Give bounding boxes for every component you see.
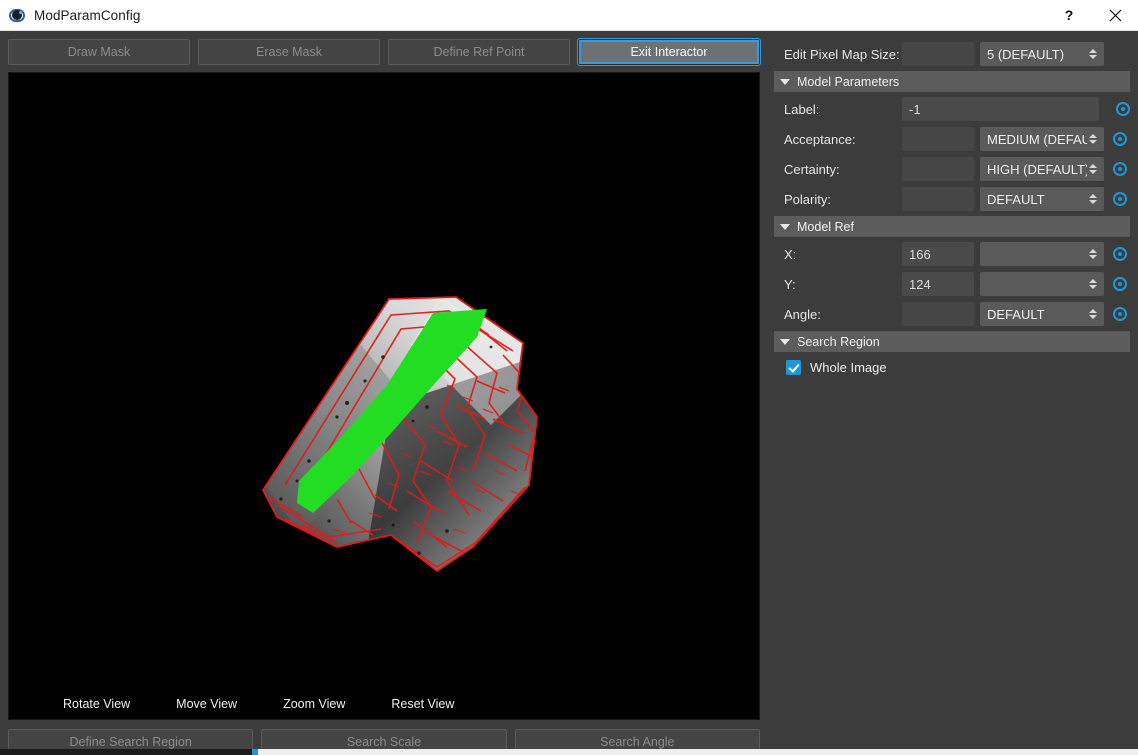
acceptance-label: Acceptance: bbox=[784, 131, 856, 147]
pixel-map-size-row: Edit Pixel Map Size: 5 (DEFAULT) bbox=[774, 39, 1130, 69]
section-search-region[interactable]: Search Region bbox=[774, 331, 1130, 352]
chevron-down-icon bbox=[780, 223, 790, 230]
polarity-row: Polarity: DEFAULT bbox=[774, 184, 1130, 214]
top-toolbar: Draw Mask Erase Mask Define Ref Point Ex… bbox=[8, 39, 760, 65]
section-model-ref-title: Model Ref bbox=[797, 219, 854, 234]
section-model-ref[interactable]: Model Ref bbox=[774, 216, 1130, 237]
model-ref-y-input[interactable]: 124 bbox=[902, 272, 974, 296]
window-body: Draw Mask Erase Mask Define Ref Point Ex… bbox=[0, 31, 1138, 755]
model-ref-angle-input[interactable] bbox=[902, 302, 974, 326]
label-input[interactable]: -1 bbox=[902, 97, 1099, 121]
pixel-map-size-combo[interactable]: 5 (DEFAULT) bbox=[980, 42, 1104, 66]
model-ref-angle-combo[interactable]: DEFAULT bbox=[980, 302, 1104, 326]
model-ref-x-reset-radio[interactable] bbox=[1113, 247, 1127, 261]
title-bar: ModParamConfig ? bbox=[0, 0, 1138, 31]
scrollbar-thumb[interactable] bbox=[252, 749, 258, 755]
reset-view-control[interactable]: Reset View bbox=[391, 697, 454, 711]
acceptance-combo-value: MEDIUM (DEFAULT) bbox=[987, 131, 1087, 147]
section-search-region-title: Search Region bbox=[797, 334, 880, 349]
spinner-arrows-icon[interactable] bbox=[1087, 245, 1098, 263]
certainty-combo-value: HIGH (DEFAULT) bbox=[987, 161, 1087, 177]
polarity-reset-radio[interactable] bbox=[1113, 192, 1127, 206]
model-ref-x-label: X: bbox=[784, 246, 797, 262]
model-ref-x-input[interactable]: 166 bbox=[902, 242, 974, 266]
whole-image-label: Whole Image bbox=[810, 359, 887, 375]
object-render bbox=[261, 296, 538, 573]
pixel-map-size-combo-value: 5 (DEFAULT) bbox=[987, 46, 1065, 62]
erase-mask-button[interactable]: Erase Mask bbox=[198, 39, 380, 65]
eye-icon bbox=[9, 7, 25, 23]
pixel-map-size-input[interactable] bbox=[902, 42, 974, 66]
label-reset-radio[interactable] bbox=[1116, 102, 1130, 116]
move-view-control[interactable]: Move View bbox=[176, 697, 237, 711]
section-model-parameters-title: Model Parameters bbox=[797, 74, 900, 89]
label-row: Label: -1 bbox=[774, 94, 1130, 124]
polarity-combo-value: DEFAULT bbox=[987, 191, 1045, 207]
certainty-row: Certainty: HIGH (DEFAULT) bbox=[774, 154, 1130, 184]
certainty-combo[interactable]: HIGH (DEFAULT) bbox=[980, 157, 1104, 181]
image-canvas[interactable]: Rotate View Move View Zoom View Reset Vi… bbox=[8, 72, 760, 720]
model-ref-angle-label: Angle: bbox=[784, 306, 821, 322]
left-column: Draw Mask Erase Mask Define Ref Point Ex… bbox=[0, 31, 768, 755]
acceptance-reset-radio[interactable] bbox=[1113, 132, 1127, 146]
label-field-label: Label: bbox=[784, 101, 820, 117]
rotate-view-control[interactable]: Rotate View bbox=[63, 697, 130, 711]
spinner-arrows-icon[interactable] bbox=[1087, 45, 1098, 63]
model-ref-y-combo[interactable] bbox=[980, 272, 1104, 296]
certainty-input[interactable] bbox=[902, 157, 974, 181]
section-model-parameters[interactable]: Model Parameters bbox=[774, 71, 1130, 92]
model-ref-x-combo[interactable] bbox=[980, 242, 1104, 266]
bottom-scrollbar[interactable] bbox=[0, 749, 1138, 755]
window-title: ModParamConfig bbox=[34, 7, 141, 23]
acceptance-combo[interactable]: MEDIUM (DEFAULT) bbox=[980, 127, 1104, 151]
mod-param-config-window: ModParamConfig ? Draw Mask Erase Mask De… bbox=[0, 0, 1138, 755]
acceptance-row: Acceptance: MEDIUM (DEFAULT) bbox=[774, 124, 1130, 154]
polarity-combo[interactable]: DEFAULT bbox=[980, 187, 1104, 211]
spinner-arrows-icon[interactable] bbox=[1087, 305, 1098, 323]
define-ref-point-button[interactable]: Define Ref Point bbox=[388, 39, 570, 65]
close-icon bbox=[1109, 9, 1121, 21]
chevron-down-icon bbox=[780, 78, 790, 85]
whole-image-checkbox[interactable] bbox=[786, 359, 801, 375]
exit-interactor-button[interactable]: Exit Interactor bbox=[578, 39, 760, 65]
acceptance-input[interactable] bbox=[902, 127, 974, 151]
spinner-arrows-icon[interactable] bbox=[1087, 130, 1098, 148]
chevron-down-icon bbox=[780, 338, 790, 345]
model-ref-angle-combo-value: DEFAULT bbox=[987, 306, 1045, 322]
certainty-reset-radio[interactable] bbox=[1113, 162, 1127, 176]
spinner-arrows-icon[interactable] bbox=[1087, 190, 1098, 208]
view-controls: Rotate View Move View Zoom View Reset Vi… bbox=[9, 697, 759, 711]
model-ref-x-row: X: 166 bbox=[774, 239, 1130, 269]
polarity-label: Polarity: bbox=[784, 191, 831, 207]
spinner-arrows-icon[interactable] bbox=[1087, 275, 1098, 293]
close-button[interactable] bbox=[1092, 0, 1138, 30]
whole-image-row[interactable]: Whole Image bbox=[774, 354, 1130, 380]
spinner-arrows-icon[interactable] bbox=[1087, 160, 1098, 178]
draw-mask-button[interactable]: Draw Mask bbox=[8, 39, 190, 65]
model-ref-y-reset-radio[interactable] bbox=[1113, 277, 1127, 291]
depth-map-object bbox=[241, 285, 559, 585]
help-button[interactable]: ? bbox=[1046, 0, 1092, 30]
zoom-view-control[interactable]: Zoom View bbox=[283, 697, 345, 711]
model-ref-y-label: Y: bbox=[784, 276, 796, 292]
polarity-input[interactable] bbox=[902, 187, 974, 211]
model-ref-angle-row: Angle: DEFAULT bbox=[774, 299, 1130, 329]
pixel-map-size-label: Edit Pixel Map Size: bbox=[784, 46, 900, 62]
properties-panel: Edit Pixel Map Size: 5 (DEFAULT) Model P… bbox=[768, 31, 1138, 755]
model-ref-angle-reset-radio[interactable] bbox=[1113, 307, 1127, 321]
model-ref-y-row: Y: 124 bbox=[774, 269, 1130, 299]
scrollbar-track[interactable] bbox=[0, 749, 252, 755]
certainty-label: Certainty: bbox=[784, 161, 840, 177]
